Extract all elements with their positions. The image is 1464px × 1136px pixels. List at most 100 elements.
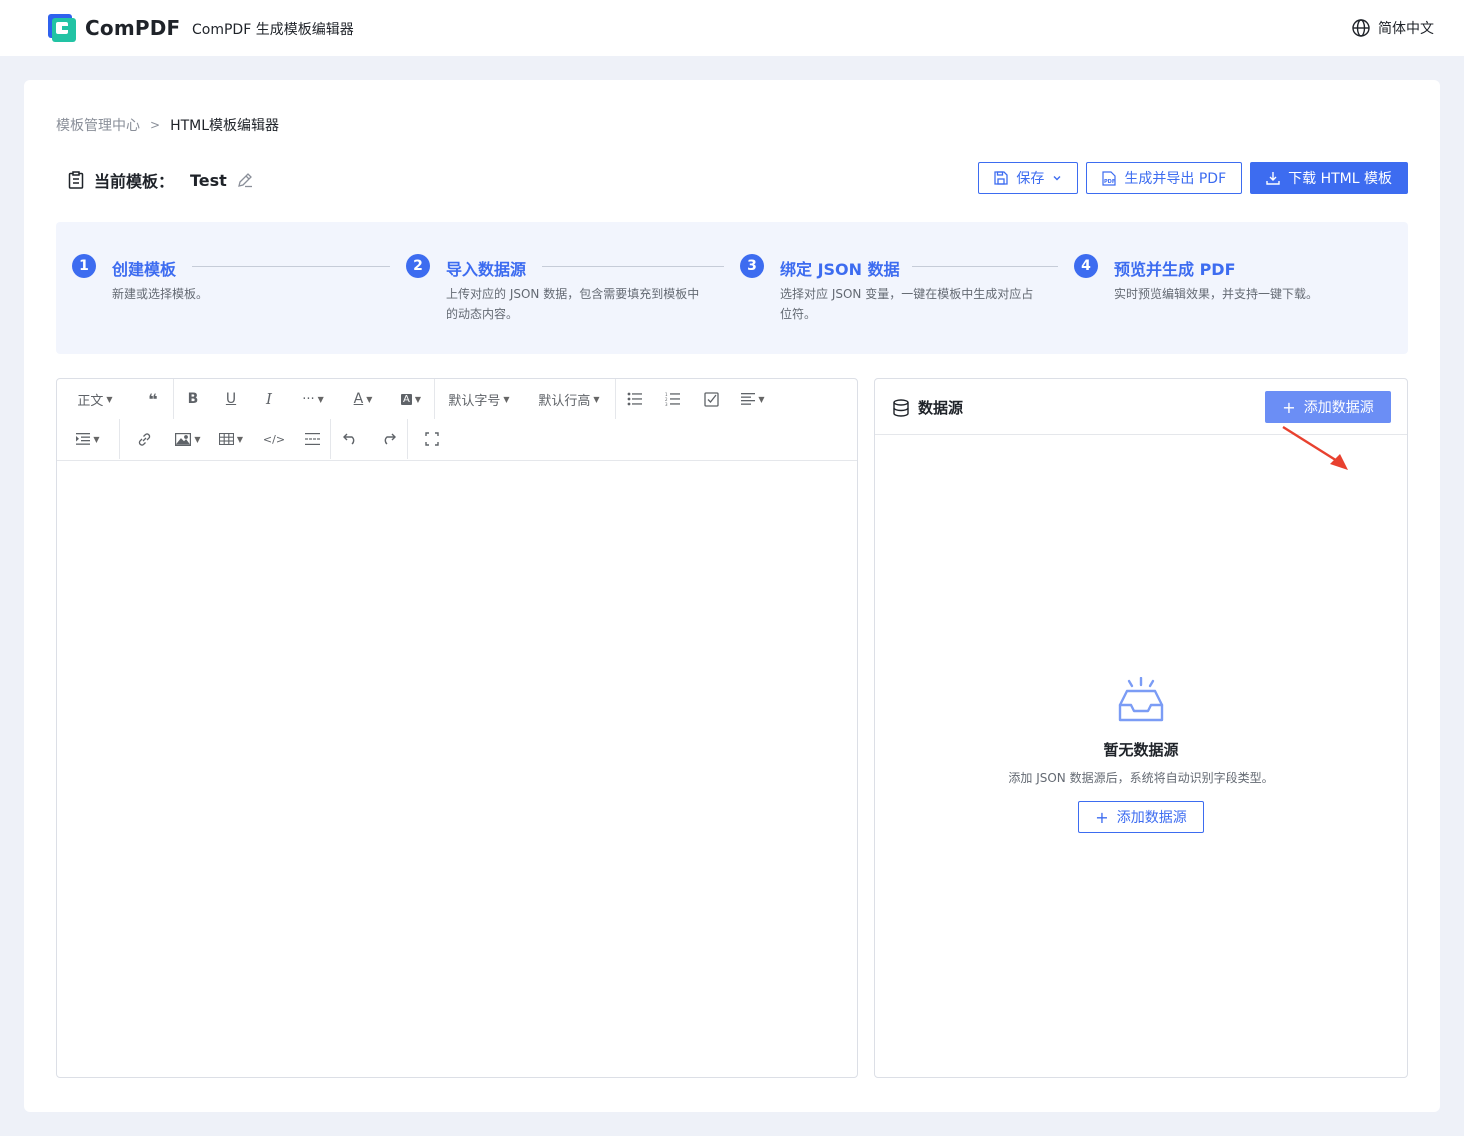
divider-line-icon[interactable] [294, 419, 330, 459]
export-pdf-label: 生成并导出 PDF [1124, 171, 1227, 187]
font-color-dropdown[interactable]: A ▼ [338, 379, 388, 419]
empty-inbox-icon [1118, 677, 1164, 722]
annotation-arrow-icon [1282, 426, 1348, 470]
image-icon [175, 432, 192, 446]
toolbar-row-2: ▼ ▼ ▼ </> [57, 419, 456, 459]
caret-down-icon: ▼ [366, 394, 373, 404]
step-number: 2 [406, 254, 430, 278]
more-format-label: ··· [302, 391, 315, 407]
compdf-logo-icon [48, 14, 76, 42]
caret-down-icon: ▼ [317, 394, 324, 404]
step-description: 新建或选择模板。 [112, 287, 209, 301]
more-format-dropdown[interactable]: ··· ▼ [288, 379, 338, 419]
step-title: 预览并生成 PDF [1114, 260, 1236, 279]
top-bar: ComPDF ComPDF 生成模板编辑器 简体中文 [0, 0, 1464, 56]
breadcrumb: 模板管理中心 > HTML模板编辑器 [56, 115, 279, 135]
empty-add-datasource-button[interactable]: + 添加数据源 [1078, 801, 1204, 833]
step-description: 上传对应的 JSON 数据，包含需要填充到模板中的动态内容。 [446, 287, 700, 321]
download-html-button[interactable]: 下载 HTML 模板 [1250, 162, 1408, 194]
clipboard-icon [68, 171, 84, 189]
app-title: ComPDF 生成模板编辑器 [192, 22, 354, 38]
paragraph-style-dropdown[interactable]: 正文 ▼ [57, 379, 133, 419]
template-name: Test [190, 170, 227, 190]
plus-icon: + [1282, 397, 1296, 417]
code-icon[interactable]: </> [254, 419, 294, 459]
caret-down-icon: ▼ [593, 394, 600, 404]
quote-icon[interactable]: ❝ [133, 379, 173, 419]
editor-content-area[interactable] [57, 461, 857, 1077]
download-icon [1266, 172, 1280, 185]
database-icon [893, 398, 909, 417]
empty-state-description: 添加 JSON 数据源后，系统将自动识别字段类型。 [1008, 771, 1274, 785]
empty-state-title: 暂无数据源 [1103, 741, 1179, 759]
step-number: 4 [1074, 254, 1098, 278]
image-dropdown[interactable]: ▼ [168, 419, 208, 459]
italic-icon[interactable]: I [250, 379, 288, 419]
redo-icon[interactable] [369, 419, 407, 459]
align-left-icon [741, 393, 756, 405]
caret-down-icon: ▼ [236, 434, 244, 444]
step-number: 1 [72, 254, 96, 278]
paragraph-style-label: 正文 [77, 393, 104, 409]
main-card: 模板管理中心 > HTML模板编辑器 当前模板： Test 保存 PDF 生成并… [24, 80, 1440, 1112]
datasource-title-label: 数据源 [918, 399, 964, 417]
floppy-icon [994, 171, 1009, 185]
rich-text-editor: 正文 ▼ ❝ B U I ··· ▼ A ▼ A ▼ 默认字号 ▼ 默认行高 ▼ 123 [56, 378, 858, 1078]
step-description: 选择对应 JSON 变量，一键在模板中生成对应占位符。 [780, 287, 1034, 321]
toolbar-actions: 保存 PDF 生成并导出 PDF 下载 HTML 模板 [978, 162, 1408, 194]
bullet-list-icon[interactable] [616, 379, 654, 419]
indent-dropdown[interactable]: ▼ [57, 419, 119, 459]
underline-icon[interactable]: U [212, 379, 250, 419]
datasource-panel: 数据源 + 添加数据源 暂无数据源 添加 JSON 数据源后，系统将自动识别字段… [874, 378, 1408, 1078]
svg-text:3: 3 [665, 402, 668, 406]
step-title: 绑定 JSON 数据 [780, 260, 900, 279]
bold-icon[interactable]: B [174, 379, 212, 419]
add-datasource-label: 添加数据源 [1303, 400, 1374, 416]
step-title: 导入数据源 [446, 260, 527, 279]
background-color-icon: A [401, 393, 412, 405]
caret-down-icon: ▼ [758, 394, 765, 404]
datasource-title: 数据源 [892, 397, 963, 418]
caret-down-icon: ▼ [414, 394, 421, 404]
fullscreen-icon[interactable] [408, 419, 456, 459]
caret-down-icon: ▼ [194, 434, 201, 444]
font-size-dropdown[interactable]: 默认字号 ▼ [435, 379, 523, 419]
indent-icon [76, 433, 91, 445]
pencil-icon[interactable] [237, 172, 253, 188]
align-dropdown[interactable]: ▼ [730, 379, 776, 419]
link-icon[interactable] [120, 419, 168, 459]
globe-icon [1352, 19, 1370, 37]
svg-text:PDF: PDF [1104, 179, 1115, 185]
language-switcher[interactable]: 简体中文 [1352, 18, 1434, 38]
editor-toolbar: 正文 ▼ ❝ B U I ··· ▼ A ▼ A ▼ 默认字号 ▼ 默认行高 ▼ 123 [57, 379, 857, 461]
step-connector [542, 266, 724, 267]
step-connector [192, 266, 390, 267]
empty-add-datasource-label: 添加数据源 [1116, 810, 1187, 826]
table-icon [218, 433, 234, 445]
caret-down-icon: ▼ [503, 394, 510, 404]
chevron-down-icon [1053, 176, 1061, 181]
export-pdf-button[interactable]: PDF 生成并导出 PDF [1086, 162, 1243, 194]
checklist-icon[interactable] [692, 379, 730, 419]
line-height-dropdown[interactable]: 默认行高 ▼ [523, 379, 615, 419]
background-color-dropdown[interactable]: A ▼ [388, 379, 434, 419]
table-dropdown[interactable]: ▼ [208, 419, 254, 459]
font-size-label: 默认字号 [448, 393, 501, 409]
step-description: 实时预览编辑效果，并支持一键下载。 [1114, 287, 1319, 301]
breadcrumb-parent-link[interactable]: 模板管理中心 [56, 115, 140, 135]
numbered-list-icon[interactable]: 123 [654, 379, 692, 419]
caret-down-icon: ▼ [93, 434, 100, 444]
pdf-file-icon: PDF [1102, 170, 1117, 186]
current-template: 当前模板： Test [68, 168, 253, 192]
undo-icon[interactable] [331, 419, 369, 459]
steps-panel: 1 创建模板 新建或选择模板。 2 导入数据源 上传对应的 JSON 数据，包含… [56, 222, 1408, 354]
save-button[interactable]: 保存 [978, 162, 1079, 194]
caret-down-icon: ▼ [106, 394, 113, 404]
download-html-label: 下载 HTML 模板 [1288, 171, 1392, 187]
line-height-label: 默认行高 [538, 393, 591, 409]
chevron-right-icon: > [150, 118, 161, 132]
step-number: 3 [740, 254, 764, 278]
add-datasource-button[interactable]: + 添加数据源 [1265, 391, 1391, 423]
brand-name: ComPDF [85, 16, 181, 40]
step-connector [912, 266, 1058, 267]
